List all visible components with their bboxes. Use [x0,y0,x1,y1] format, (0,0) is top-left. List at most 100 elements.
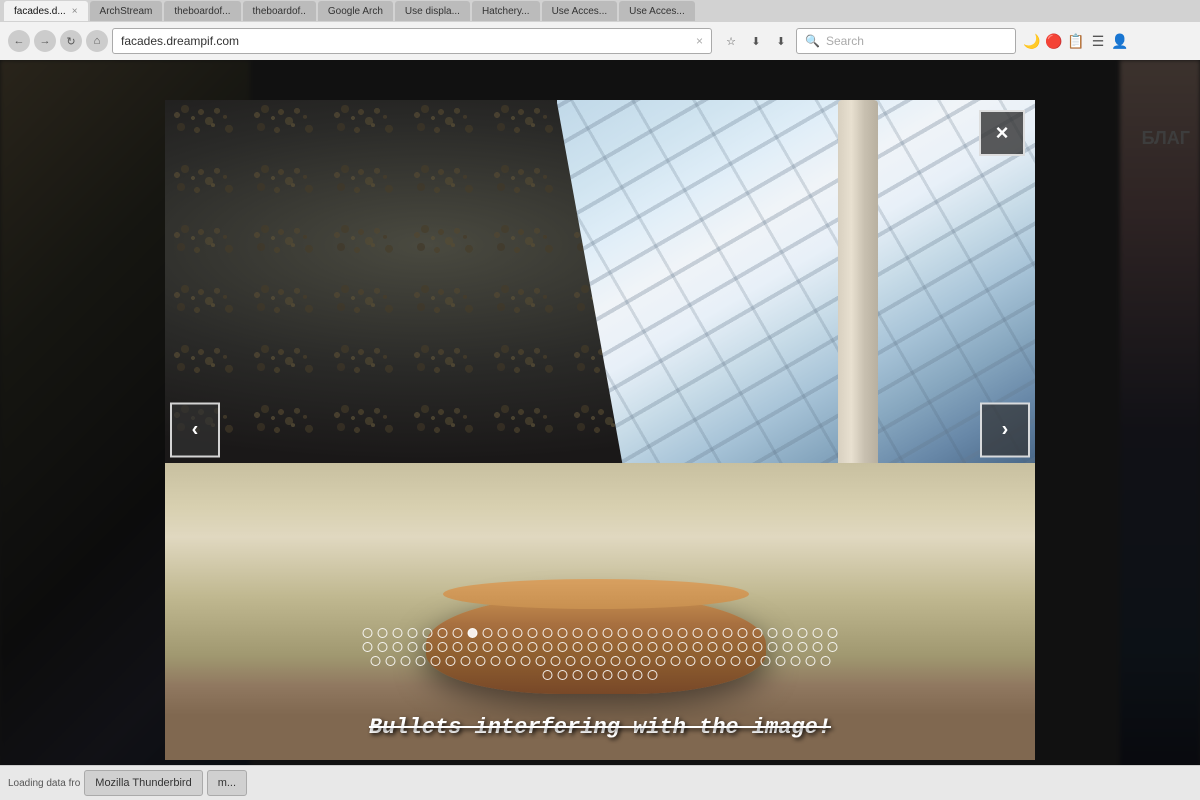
bullet-dot[interactable] [558,670,568,680]
bullet-dot[interactable] [663,642,673,652]
bullet-dot[interactable] [805,656,815,666]
tab-active[interactable]: facades.d... × [4,1,88,21]
bullet-dot[interactable] [423,628,433,638]
bullet-dot[interactable] [483,642,493,652]
bullet-dot[interactable] [430,656,440,666]
bullet-dot[interactable] [768,628,778,638]
bullet-dot[interactable] [513,628,523,638]
bullet-dot[interactable] [813,642,823,652]
bullet-dot[interactable] [610,656,620,666]
bullet-dot[interactable] [828,628,838,638]
bullet-dot[interactable] [520,656,530,666]
bullet-dot[interactable] [475,656,485,666]
bullet-dot[interactable] [678,628,688,638]
bullet-dot[interactable] [468,628,478,638]
tab-archstream[interactable]: ArchStream [90,1,163,21]
bullet-dot[interactable] [738,628,748,638]
bullet-dot[interactable] [505,656,515,666]
bullet-dot[interactable] [408,642,418,652]
bullet-dot[interactable] [535,656,545,666]
bullet-dot[interactable] [543,628,553,638]
bullet-dot[interactable] [708,642,718,652]
tab-6[interactable]: Use displa... [395,1,470,21]
bullet-dot[interactable] [453,642,463,652]
bullet-dot[interactable] [820,656,830,666]
bullet-dot[interactable] [768,642,778,652]
bullet-dot[interactable] [753,628,763,638]
bullet-dot[interactable] [700,656,710,666]
bullet-dot[interactable] [565,656,575,666]
ext-icon-5[interactable]: 👤 [1110,31,1130,51]
bullet-dot[interactable] [603,642,613,652]
tab-9[interactable]: Use Acces... [619,1,695,21]
forward-button[interactable]: → [34,30,56,52]
bullet-dot[interactable] [715,656,725,666]
bullet-dot[interactable] [783,628,793,638]
back-button[interactable]: ← [8,30,30,52]
bullet-dot[interactable] [453,628,463,638]
search-bar[interactable]: 🔍 Search [796,28,1016,54]
close-tab-icon[interactable]: × [72,6,78,17]
bullet-dot[interactable] [648,670,658,680]
bullet-dot[interactable] [723,642,733,652]
bullet-dot[interactable] [588,642,598,652]
bullet-dot[interactable] [498,642,508,652]
bullet-dot[interactable] [483,628,493,638]
bullet-dot[interactable] [438,642,448,652]
bullet-dot[interactable] [445,656,455,666]
taskbar-item-2[interactable]: m... [207,770,247,796]
bullet-dot[interactable] [760,656,770,666]
bullet-dot[interactable] [648,628,658,638]
bullet-dot[interactable] [595,656,605,666]
bullet-dot[interactable] [813,628,823,638]
bullet-dot[interactable] [640,656,650,666]
tab-8[interactable]: Use Acces... [542,1,618,21]
bullet-dot[interactable] [400,656,410,666]
bullet-dot[interactable] [618,628,628,638]
bullet-dot[interactable] [580,656,590,666]
bullet-dot[interactable] [423,642,433,652]
bullet-dot[interactable] [708,628,718,638]
bullet-dot[interactable] [558,628,568,638]
bullet-dot[interactable] [573,642,583,652]
close-button[interactable]: × [979,110,1025,156]
bullet-dot[interactable] [618,670,628,680]
bullet-dot[interactable] [588,628,598,638]
bullet-dot[interactable] [633,642,643,652]
bookmark-icon[interactable]: ☆ [720,30,742,52]
bullet-dot[interactable] [438,628,448,638]
bullet-dot[interactable] [378,642,388,652]
bullet-dot[interactable] [393,628,403,638]
bullet-dot[interactable] [670,656,680,666]
bullet-dot[interactable] [753,642,763,652]
tab-7[interactable]: Hatchery... [472,1,540,21]
bullet-dot[interactable] [528,628,538,638]
bullet-dot[interactable] [678,642,688,652]
bullet-dot[interactable] [798,628,808,638]
bullet-dot[interactable] [618,642,628,652]
bullet-dot[interactable] [528,642,538,652]
bullet-dot[interactable] [460,656,470,666]
bullet-dot[interactable] [573,628,583,638]
bullet-dot[interactable] [603,670,613,680]
bullet-dot[interactable] [415,656,425,666]
bullet-dot[interactable] [378,628,388,638]
bullet-dot[interactable] [723,628,733,638]
bullet-dot[interactable] [513,642,523,652]
bullet-dot[interactable] [693,628,703,638]
bullet-dot[interactable] [363,642,373,652]
ext-icon-1[interactable]: 🌙 [1022,31,1042,51]
bullet-dot[interactable] [633,628,643,638]
bullet-dot[interactable] [543,642,553,652]
lightbox-overlay[interactable]: × ‹ › Bullets interfering with the image… [0,60,1200,800]
bullet-dot[interactable] [490,656,500,666]
bullet-dot[interactable] [775,656,785,666]
download-manager-icon[interactable]: ⬇ [745,30,767,52]
bullet-dot[interactable] [648,642,658,652]
bullet-dot[interactable] [738,642,748,652]
bullet-dot[interactable] [543,670,553,680]
bullet-dot[interactable] [468,642,478,652]
ext-icon-2[interactable]: 🔴 [1044,31,1064,51]
bullet-dot[interactable] [693,642,703,652]
bullet-dot[interactable] [385,656,395,666]
